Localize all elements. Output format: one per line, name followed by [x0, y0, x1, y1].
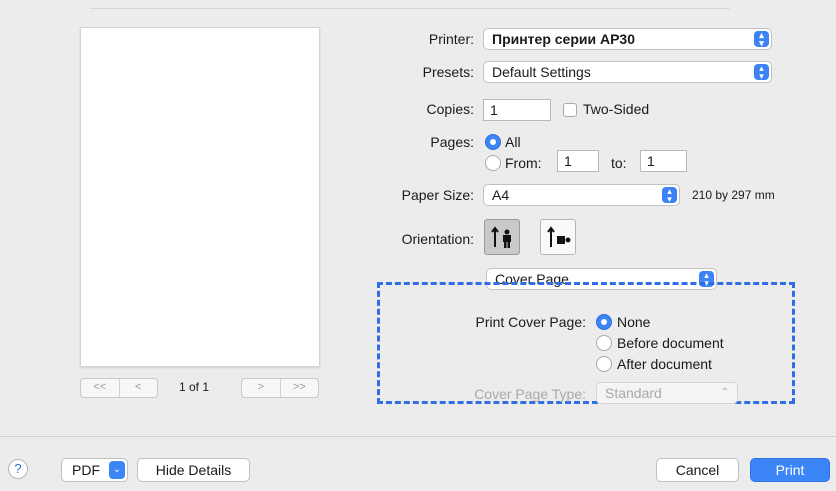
presets-label: Presets: [422, 64, 474, 80]
printer-popup[interactable]: Принтер серии AP30 ▴ ▾ [483, 28, 772, 50]
landscape-person-icon [547, 226, 571, 247]
pages-label: Pages: [430, 134, 474, 150]
cover-after-label: After document [617, 356, 712, 372]
pages-from-field[interactable]: 1 [557, 150, 599, 172]
two-sided-label: Two-Sided [583, 101, 650, 117]
paper-dimensions: 210 by 297 mm [692, 188, 775, 202]
previous-page-button[interactable]: < [118, 379, 158, 397]
landscape-orientation-button[interactable] [540, 219, 576, 255]
orientation-label: Orientation: [401, 231, 474, 247]
cover-page-type-popup[interactable]: Standard ⌃ [596, 382, 738, 404]
cancel-button[interactable]: Cancel [656, 458, 739, 482]
chevron-updown-icon: ⌃ [720, 387, 729, 398]
pdf-label: PDF [72, 462, 100, 478]
chevron-down-icon: ⌄ [109, 461, 125, 479]
pages-to-field[interactable]: 1 [640, 150, 687, 172]
cover-none-label: None [617, 314, 651, 330]
copies-field[interactable]: 1 [483, 99, 551, 121]
presets-popup[interactable]: Default Settings ▴ ▾ [483, 61, 772, 83]
help-button[interactable]: ? [8, 459, 28, 479]
two-sided-checkbox[interactable] [563, 103, 577, 117]
page-preview [80, 27, 320, 367]
pager-forward-group[interactable]: > >> [241, 378, 319, 398]
next-page-button[interactable]: > [242, 379, 280, 397]
chevron-updown-icon: ▴ ▾ [662, 187, 677, 204]
presets-value: Default Settings [492, 64, 591, 80]
paper-size-popup[interactable]: A4 ▴ ▾ [483, 184, 680, 206]
portrait-person-icon [491, 226, 511, 248]
cover-page-type-value: Standard [605, 385, 662, 401]
pages-from-radio[interactable] [485, 155, 501, 171]
pdf-menu-button[interactable]: PDF ⌄ [61, 458, 128, 482]
cover-page-type-label: Cover Page Type: [474, 386, 586, 402]
chevron-updown-icon: ▴ ▾ [754, 31, 769, 48]
footer-divider [0, 436, 836, 437]
print-cover-page-label: Print Cover Page: [475, 314, 587, 330]
chevron-updown-icon: ▴ ▾ [754, 64, 769, 81]
cover-after-radio[interactable] [596, 356, 612, 372]
cover-before-label: Before document [617, 335, 724, 351]
pages-to-label: to: [611, 155, 627, 171]
cover-before-radio[interactable] [596, 335, 612, 351]
portrait-orientation-button[interactable] [484, 219, 520, 255]
paper-size-value: A4 [492, 187, 510, 203]
first-page-button[interactable]: << [81, 379, 119, 397]
printer-value: Принтер серии AP30 [492, 31, 636, 47]
hide-details-button[interactable]: Hide Details [137, 458, 250, 482]
cover-none-radio[interactable] [596, 314, 612, 330]
pages-from-label: From: [505, 155, 542, 171]
paper-size-label: Paper Size: [401, 187, 474, 203]
top-divider [90, 8, 730, 9]
print-button[interactable]: Print [750, 458, 830, 482]
pages-all-label: All [505, 134, 521, 150]
copies-label: Copies: [426, 101, 474, 117]
printer-label: Printer: [428, 31, 474, 47]
page-indicator: 1 of 1 [179, 380, 210, 394]
pages-all-radio[interactable] [485, 134, 501, 150]
last-page-button[interactable]: >> [279, 379, 319, 397]
pager-back-group[interactable]: << < [80, 378, 158, 398]
